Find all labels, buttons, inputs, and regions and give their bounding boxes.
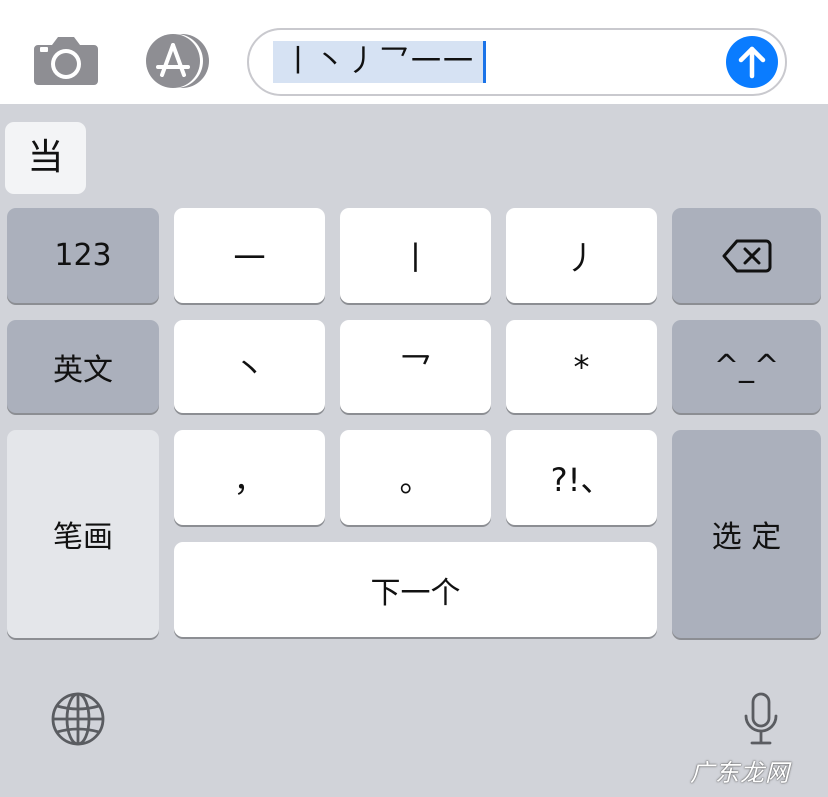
- next-key[interactable]: 下一个: [174, 542, 657, 637]
- camera-icon[interactable]: [32, 35, 100, 87]
- stroke-mode-key[interactable]: 笔画: [7, 430, 159, 638]
- english-switch-key[interactable]: 英文: [7, 320, 159, 413]
- composing-text-value: 丨丶丿乛一一: [283, 44, 475, 79]
- wildcard-label: *: [573, 347, 590, 386]
- numbers-key-label: 123: [54, 238, 112, 273]
- stroke-shu-key[interactable]: 丨: [340, 208, 491, 303]
- microphone-icon[interactable]: [742, 692, 780, 748]
- wildcard-key[interactable]: *: [506, 320, 657, 413]
- emoticon-label: ^_^: [713, 349, 780, 384]
- watermark: 广东龙网: [690, 759, 790, 787]
- delete-key[interactable]: [672, 208, 821, 303]
- period-key[interactable]: 。: [340, 430, 491, 525]
- stroke-dian-key[interactable]: 丶: [174, 320, 325, 413]
- app-store-icon[interactable]: [140, 33, 212, 89]
- select-label: 选 定: [711, 520, 782, 555]
- send-button[interactable]: [726, 36, 778, 88]
- select-key[interactable]: 选 定: [672, 430, 821, 638]
- stroke-heng-key[interactable]: 一: [174, 208, 325, 303]
- stroke-zhe-key[interactable]: 乛: [340, 320, 491, 413]
- composing-text: 丨丶丿乛一一: [273, 41, 486, 83]
- punctuation-key[interactable]: ?!、: [506, 430, 657, 525]
- backspace-icon: [722, 239, 771, 272]
- arrow-up-icon: [738, 46, 766, 79]
- stroke-pie-label: 丿: [565, 238, 598, 277]
- next-label: 下一个: [370, 575, 461, 611]
- stroke-heng-label: 一: [233, 238, 266, 277]
- period-label: 。: [399, 460, 432, 499]
- comma-label: ，: [233, 460, 266, 499]
- stroke-shu-label: 丨: [399, 238, 432, 277]
- globe-icon[interactable]: [50, 691, 106, 747]
- text-caret: [483, 41, 486, 83]
- message-toolbar: 丨丶丿乛一一: [0, 0, 828, 104]
- english-switch-label: 英文: [53, 352, 113, 388]
- numbers-key[interactable]: 123: [7, 208, 159, 303]
- stroke-pie-key[interactable]: 丿: [506, 208, 657, 303]
- message-input[interactable]: 丨丶丿乛一一: [247, 28, 787, 96]
- stroke-dian-label: 丶: [233, 349, 266, 388]
- candidate-word[interactable]: 当: [5, 122, 86, 194]
- emoticon-key[interactable]: ^_^: [672, 320, 821, 413]
- stroke-mode-label: 笔画: [53, 520, 113, 555]
- stroke-zhe-label: 乛: [399, 349, 432, 388]
- candidate-word-label: 当: [27, 137, 64, 178]
- punctuation-label: ?!、: [550, 460, 613, 499]
- comma-key[interactable]: ，: [174, 430, 325, 525]
